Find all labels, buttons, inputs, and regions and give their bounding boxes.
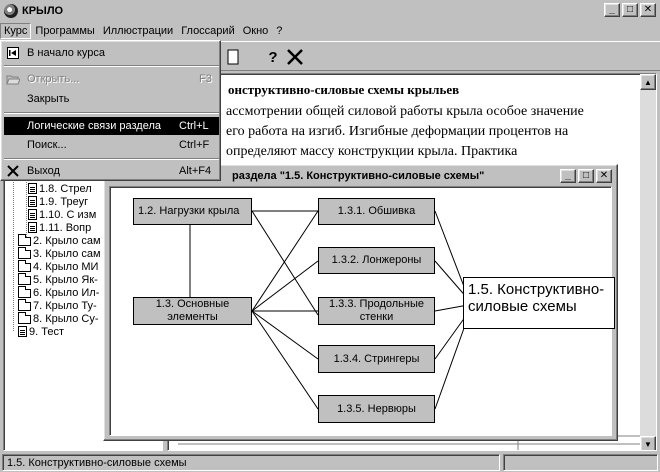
tree-item[interactable]: 1.9. Треуг [28, 195, 88, 208]
dialog-maximize-button[interactable]: □ [578, 169, 594, 183]
document-icon [28, 222, 37, 233]
menu-window[interactable]: Окно [239, 23, 273, 39]
folder-icon [18, 272, 31, 285]
menu-programs[interactable]: Программы [31, 23, 98, 39]
tree-item[interactable]: 8. Крыло Су- [18, 311, 98, 325]
document-icon [28, 209, 37, 220]
menu-item-exit[interactable]: Выход Alt+F4 [4, 162, 219, 180]
minimize-button[interactable]: _ [604, 3, 620, 17]
title-bar[interactable]: КРЫЛО _ □ ✕ [2, 2, 658, 20]
maximize-button[interactable]: □ [622, 3, 638, 17]
node-stringers[interactable]: 1.3.4. Стрингеры [318, 345, 435, 373]
tree-item[interactable]: 2. Крыло сам [18, 233, 101, 247]
text-line: ассмотрении общей силовой работы крыла о… [226, 104, 584, 119]
folder-icon [18, 311, 31, 324]
scroll-up-icon[interactable]: ▲ [640, 74, 656, 90]
open-folder-icon [4, 74, 22, 85]
status-text: 1.5. Конструктивно-силовые схемы [2, 454, 500, 471]
close-button[interactable]: ✕ [640, 3, 656, 17]
menu-glossary[interactable]: Глоссарий [177, 23, 239, 39]
menu-kurs[interactable]: Курс [0, 22, 32, 39]
node-ribs[interactable]: 1.3.5. Нервюры [318, 395, 435, 423]
menu-item-logical-links[interactable]: Логические связи раздела Ctrl+L [4, 117, 219, 135]
folder-icon [18, 285, 31, 298]
go-to-start-icon [4, 47, 22, 59]
vertical-scrollbar[interactable]: ▲ ▼ [640, 74, 656, 450]
tree-item[interactable]: 3. Крыло сам [18, 246, 101, 260]
node-walls[interactable]: 1.3.3. Продольные стенки [318, 297, 435, 325]
close-tool-button[interactable] [284, 46, 306, 68]
node-main-elements[interactable]: 1.3. Основные элементы [133, 297, 252, 325]
tree-item[interactable]: 1.11. Вопр [28, 221, 91, 234]
document-icon[interactable] [222, 46, 244, 68]
cross-icon [287, 49, 303, 65]
menu-item-search[interactable]: Поиск... Ctrl+F [4, 136, 219, 154]
document-icon [28, 196, 37, 207]
tree-item[interactable]: 5. Крыло Як- [18, 272, 98, 286]
menu-illustrations[interactable]: Иллюстрации [99, 23, 177, 39]
dialog-title: раздела "1.5. Конструктивно-силовые схем… [232, 170, 485, 182]
help-button[interactable]: ? [262, 46, 284, 68]
tree-item[interactable]: 1.10. С изм [28, 208, 96, 221]
menu-item-go-start[interactable]: В начало курса [4, 44, 219, 62]
dialog-close-button[interactable]: ✕ [596, 169, 612, 183]
folder-icon [18, 259, 31, 272]
tree-item[interactable]: 6. Крыло Ил- [18, 285, 99, 299]
node-skin[interactable]: 1.3.1. Обшивка [318, 198, 435, 225]
menu-bar: Курс Программы Иллюстрации Глоссарий Окн… [0, 21, 660, 40]
tree-item[interactable]: 4. Крыло МИ [18, 259, 98, 273]
folder-icon [18, 246, 31, 259]
tree-item[interactable]: 1.8. Стрел [28, 182, 92, 195]
status-panel [503, 454, 658, 471]
node-spars[interactable]: 1.3.2. Лонжероны [318, 247, 435, 274]
menu-item-close[interactable]: Закрыть [4, 90, 219, 108]
section-heading: онструктивно-силовые схемы крыльев [228, 82, 460, 97]
folder-icon [18, 233, 31, 246]
course-menu: В начало курса Открыть... F3 Закрыть Лог… [0, 40, 221, 181]
scroll-down-icon[interactable]: ▼ [640, 436, 656, 450]
tooltip-callout: 1.5. Конструктивно-силовые схемы [463, 277, 615, 329]
menu-item-open: Открыть... F3 [4, 70, 219, 88]
text-line: его работа на изгиб. Изгибные деформации… [226, 124, 569, 139]
text-line: определяют массу конструкции крыла. Прак… [226, 144, 518, 159]
tree-item[interactable]: 7. Крыло Ту- [18, 298, 97, 312]
node-loads[interactable]: 1.2. Нагрузки крыла [133, 198, 252, 225]
status-bar: 1.5. Конструктивно-силовые схемы [0, 452, 660, 472]
document-icon [18, 326, 27, 337]
menu-help[interactable]: ? [272, 23, 286, 39]
dialog-minimize-button[interactable]: _ [560, 169, 576, 183]
tree-item[interactable]: 9. Тест [18, 325, 64, 338]
disc-icon [4, 4, 18, 18]
exit-icon [4, 165, 22, 177]
folder-icon [18, 298, 31, 311]
window-title: КРЫЛО [22, 5, 64, 17]
document-icon [28, 183, 37, 194]
